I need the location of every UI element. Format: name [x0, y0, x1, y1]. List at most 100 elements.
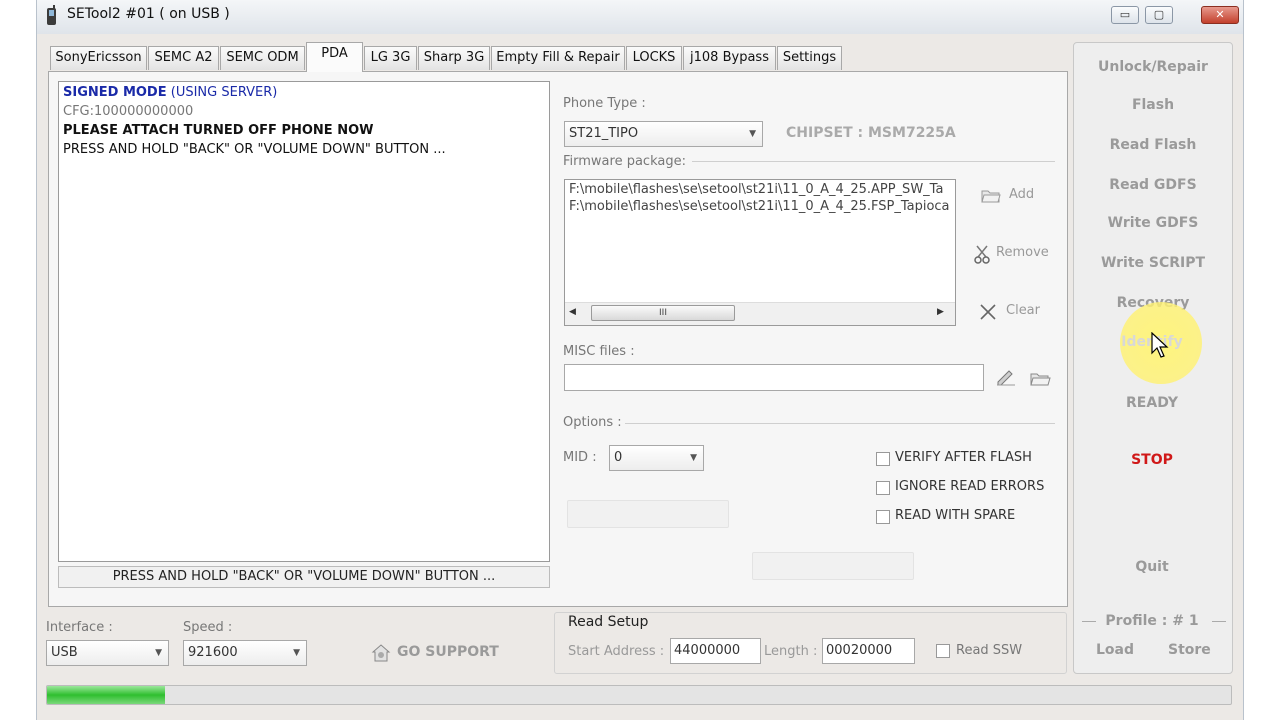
- store-profile-button[interactable]: Store: [1168, 642, 1211, 658]
- tab-sharp-3g[interactable]: Sharp 3G: [418, 46, 490, 70]
- clear-x-icon: [980, 304, 996, 320]
- mid-value: 0: [614, 450, 623, 465]
- go-support-label: GO SUPPORT: [397, 644, 499, 660]
- tab-settings[interactable]: Settings: [777, 46, 842, 70]
- profile-divider-right: [1212, 621, 1226, 622]
- grip-icon: III: [659, 308, 667, 318]
- log-line-cfg: CFG:100000000000: [63, 104, 194, 119]
- log-line-press: PRESS AND HOLD "BACK" OR "VOLUME DOWN" B…: [63, 142, 446, 157]
- tab-semc-odm[interactable]: SEMC ODM: [220, 46, 305, 70]
- interface-label: Interface :: [46, 620, 113, 635]
- ignore-read-errors-checkbox[interactable]: [876, 481, 890, 495]
- read-ssw-checkbox[interactable]: [936, 644, 950, 658]
- folder-open-icon[interactable]: [1030, 371, 1052, 387]
- progress-fill: [47, 686, 166, 704]
- verify-after-flash-label[interactable]: VERIFY AFTER FLASH: [895, 450, 1032, 465]
- close-icon: ✕: [1215, 8, 1225, 21]
- minimize-button[interactable]: ▭: [1111, 6, 1139, 24]
- clear-button[interactable]: Clear: [977, 301, 1063, 323]
- length-input[interactable]: 00020000: [822, 638, 915, 664]
- speed-select[interactable]: 921600 ▼: [183, 640, 307, 666]
- mid-label: MID :: [563, 450, 597, 465]
- support-house-icon: [371, 644, 391, 662]
- signed-mode-text: SIGNED MODE: [63, 85, 167, 100]
- options-group-divider: [625, 423, 1055, 424]
- firmware-file-item[interactable]: F:\mobile\flashes\se\setool\st21i\11_0_A…: [569, 182, 943, 197]
- tab-j108-bypass[interactable]: j108 Bypass: [683, 46, 776, 70]
- read-with-spare-label[interactable]: READ WITH SPARE: [895, 508, 1015, 523]
- chevron-down-icon: ▼: [749, 129, 756, 139]
- firmware-file-item[interactable]: F:\mobile\flashes\se\setool\st21i\11_0_A…: [569, 199, 950, 214]
- phone-app-icon: [47, 5, 56, 25]
- read-with-spare-checkbox[interactable]: [876, 510, 890, 524]
- scroll-right-arrow-icon[interactable]: ▶: [937, 307, 944, 317]
- stop-button[interactable]: STOP: [1074, 452, 1230, 468]
- disabled-control: [567, 500, 729, 528]
- scroll-left-arrow-icon[interactable]: ◀: [569, 307, 576, 317]
- scroll-thumb[interactable]: III: [591, 305, 735, 321]
- setool-window: SETool2 #01 ( on USB ) ▭ ▢ ✕ SonyEricsso…: [36, 0, 1244, 720]
- read-ssw-label[interactable]: Read SSW: [956, 643, 1022, 658]
- interface-select[interactable]: USB ▼: [46, 640, 169, 666]
- add-button[interactable]: Add: [981, 185, 1061, 207]
- tab-empty-fill-repair[interactable]: Empty Fill & Repair: [491, 46, 625, 70]
- profile-label: Profile : # 1: [1105, 613, 1199, 629]
- chevron-down-icon: ▼: [155, 648, 162, 658]
- chevron-down-icon: ▼: [690, 453, 697, 463]
- tab-lg-3g[interactable]: LG 3G: [364, 46, 417, 70]
- disabled-control: [752, 552, 914, 580]
- misc-files-label: MISC files :: [563, 344, 635, 359]
- read-flash-button[interactable]: Read Flash: [1075, 137, 1231, 153]
- minimize-icon: ▭: [1119, 8, 1131, 21]
- log-output[interactable]: SIGNED MODE (USING SERVER) CFG:100000000…: [58, 81, 550, 562]
- add-label: Add: [1009, 187, 1035, 202]
- remove-label: Remove: [996, 245, 1049, 260]
- scissors-icon: [974, 245, 990, 264]
- load-profile-button[interactable]: Load: [1096, 642, 1134, 658]
- firmware-package-label: Firmware package:: [563, 154, 686, 169]
- phone-type-value: ST21_TIPO: [569, 126, 639, 141]
- tab-sonyericsson[interactable]: SonyEricsson: [50, 46, 147, 70]
- close-button[interactable]: ✕: [1201, 6, 1239, 24]
- pencil-edit-icon[interactable]: [995, 367, 1017, 387]
- phone-type-label: Phone Type :: [563, 96, 646, 111]
- tab-semc-a2[interactable]: SEMC A2: [148, 46, 219, 70]
- read-gdfs-button[interactable]: Read GDFS: [1075, 177, 1231, 193]
- maximize-button[interactable]: ▢: [1145, 6, 1173, 24]
- quit-button[interactable]: Quit: [1074, 559, 1230, 575]
- start-address-input[interactable]: 44000000: [670, 638, 761, 664]
- speed-value: 921600: [188, 645, 238, 660]
- clear-label: Clear: [1006, 303, 1040, 318]
- speed-label: Speed :: [183, 620, 233, 635]
- start-address-label: Start Address :: [568, 644, 665, 659]
- tab-pda[interactable]: PDA: [306, 42, 363, 72]
- ready-status: READY: [1126, 395, 1178, 411]
- mid-select[interactable]: 0 ▼: [609, 445, 704, 471]
- firmware-horizontal-scrollbar[interactable]: ◀ III ▶: [565, 302, 955, 325]
- write-script-button[interactable]: Write SCRIPT: [1075, 255, 1231, 271]
- length-label: Length :: [764, 644, 818, 659]
- progress-bar: [46, 685, 1232, 705]
- remove-button[interactable]: Remove: [973, 243, 1063, 265]
- phone-type-select[interactable]: ST21_TIPO ▼: [564, 121, 763, 147]
- chipset-label: CHIPSET : MSM7225A: [786, 125, 956, 141]
- ignore-read-errors-label[interactable]: IGNORE READ ERRORS: [895, 479, 1044, 494]
- unlock-repair-button[interactable]: Unlock/Repair: [1075, 59, 1231, 75]
- flash-button[interactable]: Flash: [1075, 97, 1231, 113]
- folder-open-icon: [981, 190, 1001, 203]
- interface-value: USB: [51, 645, 78, 660]
- log-line-mode: SIGNED MODE (USING SERVER): [63, 85, 277, 100]
- verify-after-flash-checkbox[interactable]: [876, 452, 890, 466]
- read-setup-title: Read Setup: [564, 614, 653, 630]
- firmware-group-divider: [692, 161, 1055, 162]
- options-label: Options :: [563, 415, 622, 430]
- chevron-down-icon: ▼: [293, 648, 300, 658]
- tab-locks[interactable]: LOCKS: [626, 46, 682, 70]
- misc-files-input[interactable]: [564, 364, 984, 391]
- title-bar: SETool2 #01 ( on USB ) ▭ ▢ ✕: [37, 0, 1243, 34]
- log-line-attach: PLEASE ATTACH TURNED OFF PHONE NOW: [63, 123, 374, 138]
- write-gdfs-button[interactable]: Write GDFS: [1075, 215, 1231, 231]
- mouse-cursor-icon: [1151, 332, 1169, 358]
- maximize-icon: ▢: [1153, 8, 1165, 21]
- go-support-button[interactable]: GO SUPPORT: [371, 642, 501, 664]
